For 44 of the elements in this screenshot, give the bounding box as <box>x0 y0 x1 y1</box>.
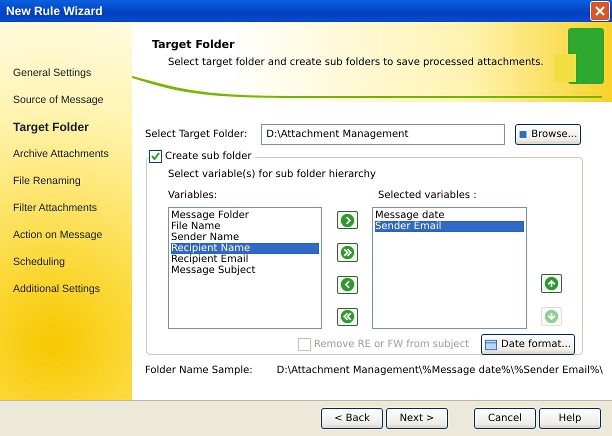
sidebar-item[interactable]: Action on Message <box>13 226 132 243</box>
list-item[interactable]: Recipient Email <box>171 254 319 265</box>
add-all-button[interactable] <box>336 243 358 262</box>
sample-path: D:\Attachment Management\%Message date%\%Sender Email%\ <box>276 365 603 376</box>
close-icon <box>595 6 605 16</box>
list-item[interactable]: Message Folder <box>171 210 319 221</box>
sidebar-item[interactable]: Scheduling <box>13 253 132 270</box>
sidebar-item[interactable]: File Renaming <box>13 172 132 189</box>
list-item[interactable]: Message Subject <box>171 265 319 276</box>
list-label: Selected variables : <box>377 190 478 201</box>
page-subtitle: Select target folder and create sub folders to save processed attachments. <box>167 57 545 68</box>
remove-button[interactable] <box>336 276 358 294</box>
wizard-button[interactable]: < Back <box>321 408 383 429</box>
list-item[interactable]: Recipient Name <box>171 243 319 254</box>
list-item[interactable]: Sender Name <box>171 232 319 243</box>
hint-text: Select variable(s) for sub folder hierarchy <box>168 169 376 180</box>
wizard-button[interactable]: Help <box>539 408 601 429</box>
checkbox-label: Remove RE or FW from subject <box>314 339 469 350</box>
sidebar-item[interactable]: Archive Attachments <box>13 145 132 162</box>
checkbox[interactable] <box>149 150 162 163</box>
wizard-button[interactable]: Cancel <box>474 408 536 429</box>
sample-label: Folder Name Sample: <box>145 365 253 376</box>
window-title: New Rule Wizard <box>6 4 103 18</box>
browse-button[interactable]: Browse... <box>515 124 582 145</box>
sidebar-item[interactable]: General Settings <box>13 64 132 81</box>
add-button[interactable] <box>336 211 358 230</box>
sidebar-item[interactable]: Source of Message <box>13 91 132 108</box>
target-folder-field[interactable]: D:\Attachment Management <box>261 124 506 145</box>
list-item[interactable]: File Name <box>171 221 319 232</box>
list-item[interactable]: Message date <box>375 210 524 221</box>
close-button[interactable] <box>590 1 610 21</box>
calendar-icon <box>485 338 498 350</box>
list-item[interactable]: Sender Email <box>375 221 524 232</box>
sidebar-item[interactable]: Filter Attachments <box>13 199 132 216</box>
wizard-button[interactable]: Next > <box>386 408 448 429</box>
remove-all-button[interactable] <box>336 308 358 326</box>
sidebar-item[interactable]: Additional Settings <box>13 280 132 297</box>
field-label: Select Target Folder: <box>145 129 248 140</box>
page-title: Target Folder <box>152 38 236 51</box>
date-format-button[interactable]: Date format... <box>481 334 575 355</box>
list-label: Variables: <box>168 190 218 201</box>
up-button[interactable] <box>540 274 562 293</box>
sidebar-item[interactable]: Target Folder <box>13 118 132 135</box>
checkbox-label: Create sub folder <box>165 151 252 162</box>
